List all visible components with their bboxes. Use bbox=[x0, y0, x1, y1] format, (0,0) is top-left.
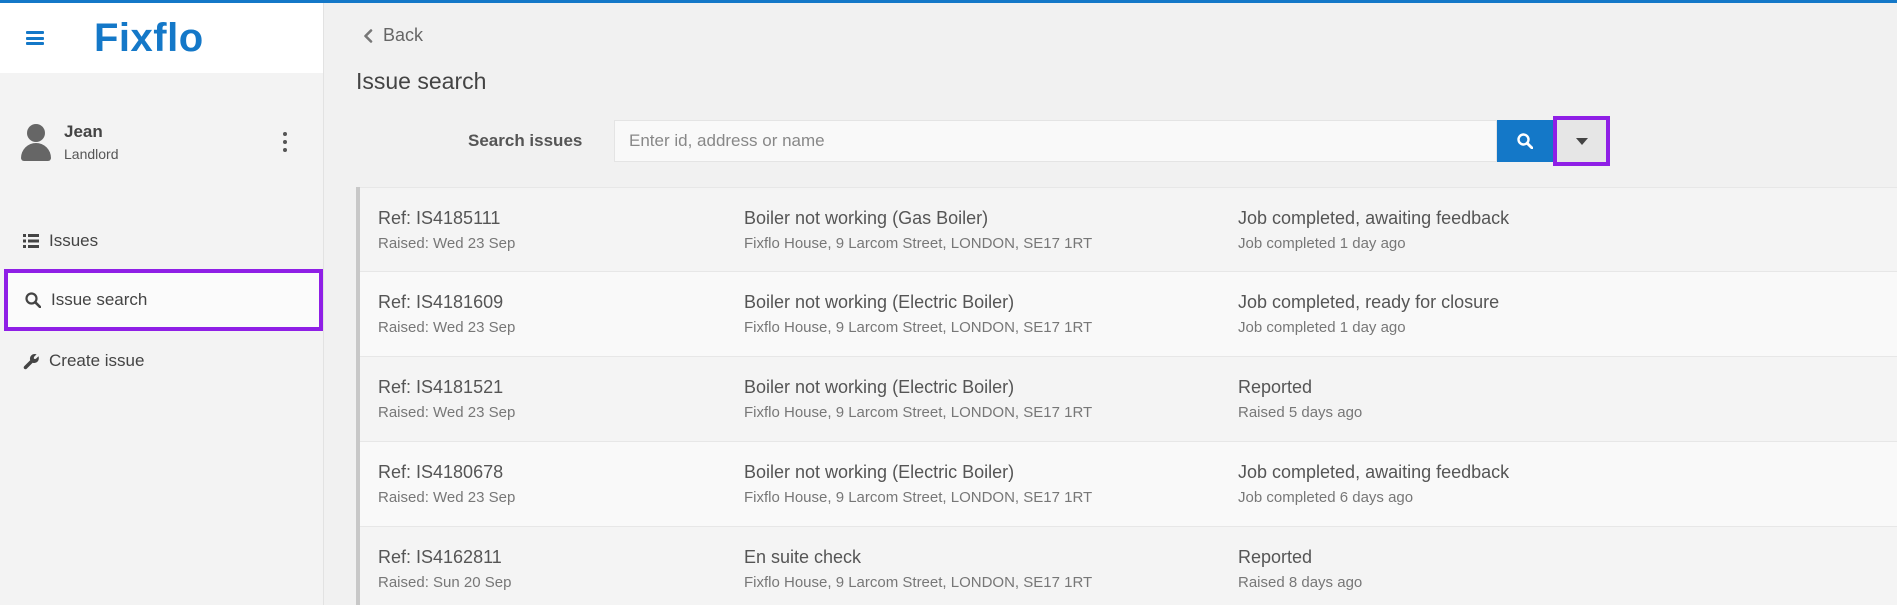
issue-address: Fixflo House, 9 Larcom Street, LONDON, S… bbox=[744, 404, 1093, 421]
list-item[interactable]: Ref: IS4181609 Raised: Wed 23 Sep Boiler … bbox=[360, 272, 1897, 357]
issue-status: Reported bbox=[1238, 547, 1313, 567]
page-title: Issue search bbox=[356, 68, 487, 94]
issue-status-detail: Job completed 6 days ago bbox=[1238, 489, 1414, 506]
sidebar-item-label: Issues bbox=[49, 231, 99, 250]
sidebar-item-issues[interactable]: Issues bbox=[4, 211, 323, 271]
hamburger-menu-icon[interactable] bbox=[26, 31, 44, 45]
issue-status: Job completed, awaiting feedback bbox=[1238, 208, 1510, 228]
user-avatar-icon bbox=[20, 122, 52, 162]
search-button[interactable] bbox=[1497, 120, 1553, 162]
issue-title: Boiler not working (Electric Boiler) bbox=[744, 292, 1015, 312]
search-label: Search issues bbox=[468, 131, 583, 150]
search-icon bbox=[1517, 133, 1533, 149]
issue-status-detail: Raised 5 days ago bbox=[1238, 404, 1363, 421]
list-item[interactable]: Ref: IS4162811 Raised: Sun 20 Sep En suit… bbox=[360, 527, 1897, 605]
issue-raised-date: Raised: Wed 23 Sep bbox=[378, 235, 516, 252]
brand-header: Fixflo bbox=[0, 3, 323, 73]
issue-ref: Ref: IS4162811 bbox=[378, 547, 502, 567]
sidebar: Fixflo Jean Landlord Issues Issue search… bbox=[0, 3, 324, 605]
list-icon bbox=[22, 232, 40, 250]
issue-address: Fixflo House, 9 Larcom Street, LONDON, S… bbox=[744, 489, 1093, 506]
user-role: Landlord bbox=[64, 146, 119, 162]
issue-raised-date: Raised: Sun 20 Sep bbox=[378, 574, 512, 591]
issue-title: Boiler not working (Electric Boiler) bbox=[744, 377, 1015, 397]
issue-title: Boiler not working (Gas Boiler) bbox=[744, 208, 989, 228]
issue-status: Reported bbox=[1238, 377, 1313, 397]
issue-raised-date: Raised: Wed 23 Sep bbox=[378, 319, 516, 336]
list-item[interactable]: Ref: IS4185111 Raised: Wed 23 Sep Boiler … bbox=[360, 187, 1897, 272]
kebab-menu-icon[interactable] bbox=[282, 132, 288, 152]
issue-ref: Ref: IS4180678 bbox=[378, 462, 504, 482]
issue-status-detail: Job completed 1 day ago bbox=[1238, 235, 1406, 252]
issue-title: En suite check bbox=[744, 547, 862, 567]
issue-title: Boiler not working (Electric Boiler) bbox=[744, 462, 1015, 482]
fixflo-logo[interactable]: Fixflo bbox=[94, 18, 204, 58]
main-content: Back Issue search Search issues Ref: IS4… bbox=[325, 3, 1897, 605]
chevron-left-icon bbox=[363, 28, 373, 43]
sidebar-item-issue-search[interactable]: Issue search bbox=[4, 269, 323, 331]
issue-ref: Ref: IS4185111 bbox=[378, 208, 501, 228]
search-icon bbox=[24, 291, 42, 309]
issue-status-detail: Job completed 1 day ago bbox=[1238, 319, 1406, 336]
issue-status-detail: Raised 8 days ago bbox=[1238, 574, 1363, 591]
search-options-dropdown-button[interactable] bbox=[1553, 116, 1610, 166]
caret-down-icon bbox=[1575, 137, 1588, 145]
list-item[interactable]: Ref: IS4180678 Raised: Wed 23 Sep Boiler … bbox=[360, 442, 1897, 527]
back-label: Back bbox=[383, 25, 424, 45]
sidebar-item-create-issue[interactable]: Create issue bbox=[4, 331, 323, 391]
issue-address: Fixflo House, 9 Larcom Street, LONDON, S… bbox=[744, 235, 1093, 252]
user-name: Jean bbox=[64, 122, 103, 141]
search-input[interactable] bbox=[614, 120, 1497, 162]
back-link[interactable]: Back bbox=[363, 25, 423, 46]
sidebar-item-label: Create issue bbox=[49, 351, 145, 370]
issue-status: Job completed, ready for closure bbox=[1238, 292, 1500, 312]
results-list: Ref: IS4185111 Raised: Wed 23 Sep Boiler … bbox=[356, 187, 1897, 605]
issue-status: Job completed, awaiting feedback bbox=[1238, 462, 1510, 482]
sidebar-item-label: Issue search bbox=[51, 290, 148, 309]
issue-ref: Ref: IS4181521 bbox=[378, 377, 504, 397]
issue-address: Fixflo House, 9 Larcom Street, LONDON, S… bbox=[744, 574, 1093, 591]
issue-raised-date: Raised: Wed 23 Sep bbox=[378, 489, 516, 506]
issue-ref: Ref: IS4181609 bbox=[378, 292, 504, 312]
issue-raised-date: Raised: Wed 23 Sep bbox=[378, 404, 516, 421]
user-profile: Jean Landlord bbox=[20, 120, 300, 164]
list-item[interactable]: Ref: IS4181521 Raised: Wed 23 Sep Boiler … bbox=[360, 357, 1897, 442]
issue-address: Fixflo House, 9 Larcom Street, LONDON, S… bbox=[744, 319, 1093, 336]
wrench-icon bbox=[22, 352, 40, 370]
